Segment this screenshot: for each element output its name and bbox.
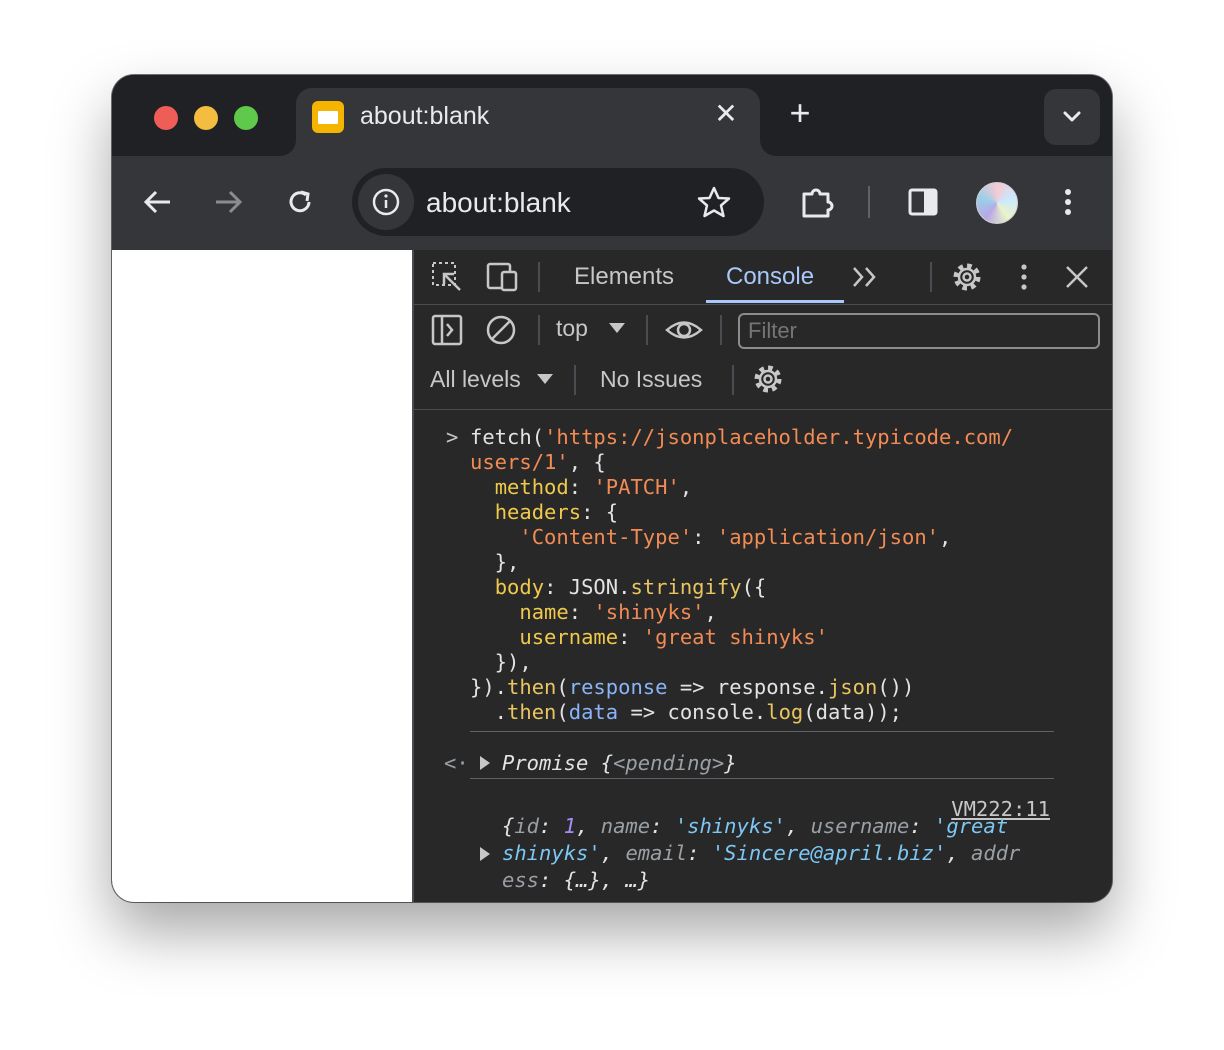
page-viewport [112,250,412,902]
live-expression-eye-icon[interactable] [664,313,704,347]
obj-username: 'great [934,814,1009,838]
new-tab-button[interactable]: + [784,95,816,131]
obj-id: 1 [563,814,577,838]
console-settings-gear-icon[interactable] [750,361,786,397]
dropdown-triangle-icon [537,374,553,384]
promise-state: <pending> [613,751,725,775]
entry-divider [470,778,1054,779]
log-object-line[interactable]: ess: {…}, …} [502,868,650,893]
sidebar-toggle-icon[interactable] [430,313,464,347]
console-toolbar: top All levels No Issues [414,305,1112,410]
side-panel-icon[interactable] [906,184,942,220]
clear-console-icon[interactable] [484,313,518,347]
tab-divider [930,262,932,292]
log-object-line[interactable]: {id: 1, name: 'shinyks', username: 'grea… [502,814,1008,839]
more-tabs-chevron-icon[interactable] [848,262,882,292]
toolbar-divider [720,315,722,345]
obj-name: 'shinyks' [674,814,786,838]
tab-strip: about:blank ✕ + [112,75,1112,156]
tab-console[interactable]: Console [726,263,814,291]
close-window-button[interactable] [154,106,178,130]
chevron-down-icon [1063,111,1081,122]
tab-divider [538,262,540,292]
issues-button[interactable]: No Issues [600,366,702,393]
console-output[interactable]: > fetch('https://jsonplaceholder.typicod… [414,410,1112,902]
code-line: users/1', { [470,450,606,474]
code-line: body: JSON.stringify({ [494,575,767,599]
close-devtools-icon[interactable] [1062,262,1092,292]
browser-toolbar: about:blank [112,156,1112,250]
tab-close-icon[interactable]: ✕ [712,100,740,128]
code-line: method: 'PATCH', [494,475,693,499]
back-arrow-icon[interactable] [140,184,176,220]
entry-divider [470,731,1054,732]
tab-about-blank[interactable]: about:blank ✕ [296,88,760,156]
obj-more: … [625,868,638,892]
browser-window: about:blank ✕ + about:blank Elements Con… [112,75,1112,902]
device-toolbar-icon[interactable] [484,260,520,294]
address-bar[interactable]: about:blank [352,168,764,236]
code-line: .then(data => console.log(data)); [470,700,903,724]
forward-arrow-icon[interactable] [210,184,246,220]
toolbar-divider [732,365,734,395]
expand-triangle-icon[interactable] [480,756,490,770]
reload-icon[interactable] [282,184,318,220]
page-favicon-icon [312,101,344,133]
obj-address-value: {…} [563,868,601,892]
obj-address-key-cont: ess [502,868,540,892]
code-line: username: 'great shinyks' [519,625,828,649]
filter-input[interactable] [738,313,1100,349]
devtools-menu-kebab-icon[interactable] [1012,260,1036,294]
dropdown-triangle-icon [609,323,625,333]
code-line: 'Content-Type': 'application/json', [519,525,952,549]
address-url: about:blank [426,187,571,218]
info-icon [372,188,400,216]
extensions-puzzle-icon[interactable] [798,182,838,222]
code-line: headers: { [494,500,619,524]
toolbar-divider [868,186,870,218]
code-line: name: 'shinyks', [519,600,717,624]
profile-avatar[interactable] [976,182,1018,224]
minimize-window-button[interactable] [194,106,218,130]
promise-label: Promise [502,751,589,775]
tab-elements[interactable]: Elements [574,263,674,291]
input-prompt-chevron-icon: > [446,425,459,449]
context-selector[interactable]: top [556,315,588,342]
zoom-window-button[interactable] [234,106,258,130]
code-line: }), [470,650,532,674]
devtools-tab-bar: Elements Console [414,250,1112,305]
obj-email: 'Sincere@april.biz' [711,841,947,865]
code-line: }).then(response => response.json()) [470,675,915,699]
active-tab-indicator [706,300,844,303]
inspect-element-icon[interactable] [430,260,464,294]
return-value-arrow-icon: <· [444,751,469,775]
code-line: }, [470,550,520,574]
menu-kebab-icon[interactable] [1056,184,1080,220]
toolbar-divider [538,315,540,345]
console-input-code: fetch('https://jsonplaceholder.typicode.… [470,425,1013,725]
expand-object-triangle-icon[interactable] [480,847,490,861]
log-object-line[interactable]: shinyks', email: 'Sincere@april.biz', ad… [502,841,1020,866]
log-levels-selector[interactable]: All levels [430,366,521,393]
obj-username-cont: shinyks' [502,841,601,865]
code-line: fetch('https://jsonplaceholder.typicode.… [470,425,1014,449]
devtools-panel: Elements Console top Filter All levels N… [412,250,1112,902]
obj-address-key: addr [971,841,1021,865]
tab-search-button[interactable] [1044,89,1100,145]
tab-title: about:blank [360,102,490,130]
promise-result[interactable]: Promise {<pending>} [502,751,737,776]
toolbar-divider [646,315,648,345]
site-info-button[interactable] [358,174,414,230]
settings-gear-icon[interactable] [948,258,986,296]
toolbar-divider [574,365,576,395]
bookmark-star-icon[interactable] [696,185,732,221]
